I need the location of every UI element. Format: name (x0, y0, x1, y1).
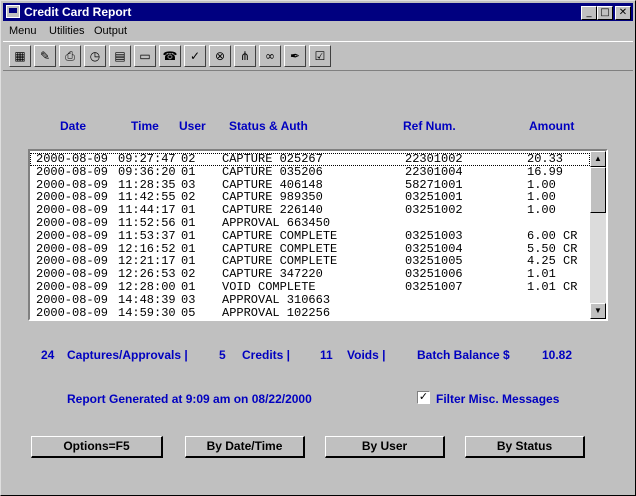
cell-amount: 1.01 CR (527, 280, 578, 294)
cell-date: 2000-08-09 (36, 305, 109, 319)
credits-count: 5 (219, 348, 226, 362)
app-icon (6, 5, 20, 18)
cell-date: 2000-08-09 (36, 228, 109, 243)
cell-time: 14:59:30 (118, 305, 176, 319)
card-reader-icon[interactable]: ▭ (134, 45, 156, 67)
cell-ref: 22301004 (405, 164, 463, 179)
settings-icon[interactable]: ☑ (309, 45, 331, 67)
cell-amount: 1.00 (527, 203, 556, 218)
options-button[interactable]: Options=F5 (31, 436, 163, 458)
by-date-time-button[interactable]: By Date/Time (185, 436, 305, 458)
cell-user: 01 (181, 164, 196, 179)
stk-check-icon[interactable]: ✓ (184, 45, 206, 67)
voids-count: 11 (320, 348, 333, 362)
cell-user: 03 (181, 292, 196, 307)
credits-label: Credits | (242, 348, 291, 362)
by-status-button[interactable]: By Status (465, 436, 585, 458)
window-title: Credit Card Report (24, 5, 132, 19)
title-bar: Credit Card Report _ □ ✕ (3, 3, 633, 21)
network-icon[interactable]: ⋔ (234, 45, 256, 67)
cell-status: CAPTURE 035206 (222, 164, 323, 179)
close-button[interactable]: ✕ (615, 6, 631, 20)
cell-status: CAPTURE COMPLETE (222, 228, 338, 243)
report-icon[interactable]: ▤ (109, 45, 131, 67)
cell-time: 11:53:37 (118, 228, 176, 243)
clock-icon[interactable]: ◷ (84, 45, 106, 67)
cell-status: APPROVAL 310663 (222, 292, 331, 307)
cell-user: 01 (181, 228, 196, 243)
header-date[interactable]: Date (60, 119, 86, 133)
vertical-scrollbar[interactable]: ▲ ▼ (590, 151, 606, 319)
cell-ref: 03251003 (405, 228, 463, 243)
maximize-button[interactable]: □ (597, 6, 613, 20)
filter-label[interactable]: Filter Misc. Messages (436, 392, 559, 406)
header-time[interactable]: Time (131, 119, 159, 133)
report-generated-text: Report Generated at 9:09 am on 08/22/200… (67, 392, 312, 406)
header-user[interactable]: User (179, 119, 206, 133)
menu-bar: Menu Utilities Output (3, 22, 633, 40)
notepad-icon[interactable]: ✎ (34, 45, 56, 67)
table-row[interactable]: 2000-08-09 09:36:20 01 CAPTURE 035206 223010… (30, 164, 590, 179)
cell-date: 2000-08-09 (36, 164, 109, 179)
minimize-button[interactable]: _ (581, 6, 597, 20)
calculator-icon[interactable]: ▦ (9, 45, 31, 67)
printer-icon[interactable]: ⎙ (59, 45, 81, 67)
cell-date: 2000-08-09 (36, 292, 109, 307)
pen-icon[interactable]: ✒ (284, 45, 306, 67)
batch-balance-label: Batch Balance $ (417, 348, 510, 362)
cell-time: 09:36:20 (118, 164, 176, 179)
cell-status: APPROVAL 102256 (222, 305, 331, 319)
binoculars-icon[interactable]: ⊗ (209, 45, 231, 67)
app-window: Credit Card Report _ □ ✕ Menu Utilities … (0, 0, 636, 496)
scroll-down-icon[interactable]: ▼ (590, 303, 606, 319)
table-row[interactable]: 2000-08-09 11:53:37 01 CAPTURE COMPLETE 0325… (30, 228, 590, 243)
table-row[interactable]: 2000-08-09 14:48:39 03 APPROVAL 310663 (30, 292, 590, 307)
voids-label: Voids | (347, 348, 386, 362)
toolbar: ▦ ✎ ⎙ ◷ ▤ ▭ ☎ ✓ ⊗ ⋔ ∞ ✒ ☑ (3, 41, 633, 71)
cell-time: 14:48:39 (118, 292, 176, 307)
captures-label: Captures/Approvals | (67, 348, 188, 362)
cell-ref: 03251002 (405, 203, 463, 218)
by-user-button[interactable]: By User (325, 436, 445, 458)
header-amount[interactable]: Amount (529, 119, 574, 133)
cell-amount: 6.00 CR (527, 228, 578, 243)
cell-amount: 16.99 (527, 164, 564, 179)
transaction-list[interactable]: 2000-08-09 09:27:47 02 CAPTURE 025267 223010… (28, 149, 608, 321)
captures-count: 24 (41, 348, 55, 362)
menu-item-output[interactable]: Output (94, 25, 127, 37)
table-row[interactable]: 2000-08-09 14:59:30 05 APPROVAL 102256 (30, 305, 590, 319)
glasses-icon[interactable]: ∞ (259, 45, 281, 67)
filter-checkbox[interactable]: ✓ (417, 391, 430, 404)
cell-ref: 03251007 (405, 280, 463, 294)
scroll-up-icon[interactable]: ▲ (590, 151, 606, 167)
menu-item-menu[interactable]: Menu (9, 25, 37, 37)
batch-balance-value: 10.82 (542, 348, 573, 362)
header-status[interactable]: Status & Auth (229, 119, 308, 133)
scroll-thumb[interactable] (590, 167, 606, 213)
phone-icon[interactable]: ☎ (159, 45, 181, 67)
header-ref[interactable]: Ref Num. (403, 119, 456, 133)
menu-item-utilities[interactable]: Utilities (49, 25, 84, 37)
cell-user: 05 (181, 305, 196, 319)
transaction-list-rows: 2000-08-09 09:27:47 02 CAPTURE 025267 223010… (30, 151, 590, 319)
